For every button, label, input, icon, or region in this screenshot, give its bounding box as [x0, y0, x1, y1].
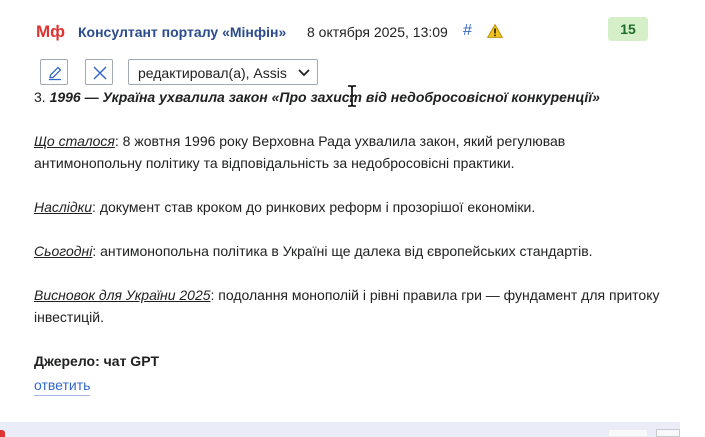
author-avatar-logo[interactable]: Мф: [36, 22, 65, 42]
edit-button[interactable]: [40, 59, 68, 85]
close-button[interactable]: [85, 59, 113, 85]
source-line: Джерело: чат GPT: [34, 353, 160, 369]
paragraph-consequences: Наслідки: документ став кроком до ринков…: [34, 196, 674, 218]
dropdown-selected-value: редактировал(а), Assis: [138, 65, 287, 81]
title-text: 1996 — Україна ухвалила закон «Про захис…: [49, 89, 600, 105]
close-icon: [93, 66, 107, 80]
pencil-icon: [49, 66, 62, 81]
label-what-happened: Що сталося: [34, 133, 115, 149]
text-consequences: : документ став кроком до ринкових рефор…: [92, 199, 536, 215]
comment-title: 3. 1996 — Україна ухвалила закон «Про за…: [34, 86, 674, 108]
comment-body: 3. 1996 — Україна ухвалила закон «Про за…: [34, 86, 674, 372]
author-name-link[interactable]: Консултант порталу «Мінфін»: [78, 24, 286, 40]
next-comment-marker: [0, 430, 5, 437]
comment-header: Мф Консултант порталу «Мінфін» 8 октября…: [0, 0, 705, 60]
paragraph-what-happened: Що сталося: 8 жовтня 1996 року Верховна …: [34, 130, 674, 174]
revision-history-dropdown[interactable]: редактировал(а), Assis: [128, 59, 318, 85]
paragraph-today: Сьогодні: антимонопольна політика в Укра…: [34, 240, 674, 262]
next-comment-band: [0, 422, 680, 437]
timestamp-link[interactable]: 8 октября 2025, 13:09: [307, 24, 448, 40]
title-number: 3.: [34, 89, 50, 105]
paragraph-conclusion: Висновок для України 2025: подолання мон…: [34, 284, 674, 328]
label-consequences: Наслідки: [34, 199, 93, 215]
label-today: Сьогодні: [34, 243, 93, 259]
chevron-down-icon: [298, 69, 310, 77]
next-comment-badge: [608, 429, 648, 437]
label-conclusion: Висновок для України 2025: [34, 287, 211, 303]
permalink-hash-link[interactable]: #: [463, 22, 472, 40]
reply-link[interactable]: ответить: [34, 377, 91, 396]
warning-icon[interactable]: [486, 23, 504, 38]
text-today: : антимонопольна політика в Україні ще д…: [92, 243, 593, 259]
next-comment-button[interactable]: [656, 429, 680, 437]
thank-count-badge: 15: [608, 17, 648, 41]
